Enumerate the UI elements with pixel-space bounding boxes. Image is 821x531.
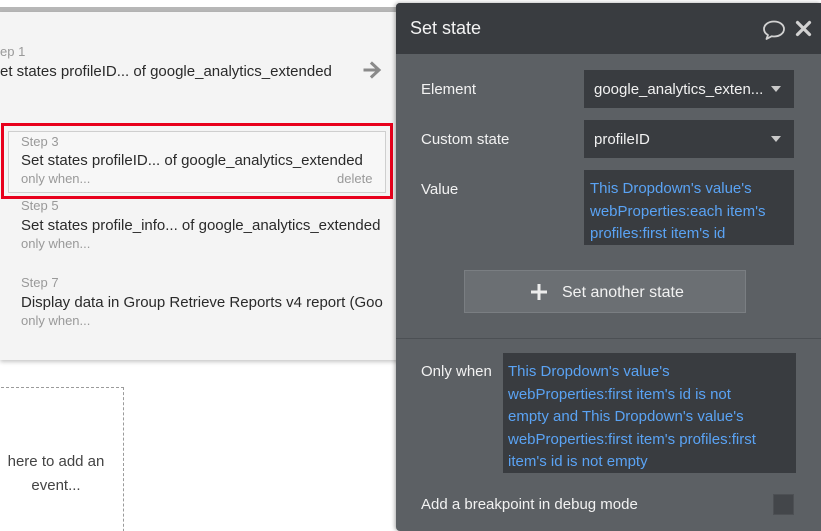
set-another-state-label: Set another state [562, 284, 684, 301]
step-only-when[interactable]: only when... [21, 313, 90, 328]
section-divider [396, 338, 821, 339]
add-event-text: here to add an event... [7, 453, 105, 494]
plus-icon [531, 284, 547, 300]
step-number: Step 3 [21, 134, 59, 149]
breakpoint-checkbox[interactable] [773, 494, 794, 515]
value-expression[interactable]: This Dropdown's value's webProperties:ea… [584, 170, 794, 245]
workflow-step-3[interactable]: Step 3 Set states profileID... of google… [8, 131, 386, 193]
close-icon[interactable] [795, 20, 812, 37]
step-title: Set states profile_info... of google_ana… [21, 217, 381, 234]
step-title: Set states profileID... of google_analyt… [21, 152, 363, 169]
caret-down-icon [771, 86, 781, 92]
step-delete-link[interactable]: delete [337, 171, 372, 186]
caret-down-icon [771, 136, 781, 142]
breakpoint-label: Add a breakpoint in debug mode [421, 496, 638, 513]
editor-title: Set state [410, 18, 482, 38]
element-label: Element [421, 81, 477, 98]
workflow-step-1[interactable]: ep 1 et states profileID... of google_an… [0, 12, 400, 102]
step-title: Display data in Group Retrieve Reports v… [21, 294, 383, 311]
set-state-editor: Set state Element google_analytics_exten… [396, 3, 821, 531]
step-number: Step 7 [21, 275, 59, 290]
arrow-right-icon[interactable] [362, 59, 384, 81]
workflow-step-5[interactable]: Step 5 Set states profile_info... of goo… [0, 192, 400, 262]
comment-icon[interactable] [762, 19, 786, 41]
custom-state-dropdown-value: profileID [594, 131, 650, 148]
workflow-steps-panel: ep 1 et states profileID... of google_an… [0, 12, 400, 360]
step-number: Step 5 [21, 198, 59, 213]
custom-state-dropdown[interactable]: profileID [584, 120, 794, 158]
element-dropdown-value: google_analytics_exten... [594, 81, 764, 98]
set-another-state-button[interactable]: Set another state [464, 270, 746, 313]
step-only-when[interactable]: only when... [21, 171, 90, 186]
step-number: ep 1 [0, 44, 26, 59]
workflow-step-7[interactable]: Step 7 Display data in Group Retrieve Re… [0, 269, 400, 339]
custom-state-label: Custom state [421, 131, 510, 148]
editor-header: Set state [396, 3, 821, 54]
only-when-expression[interactable]: This Dropdown's value's webProperties:fi… [503, 353, 796, 473]
step-only-when[interactable]: only when... [21, 236, 90, 251]
step-title: et states profileID... of google_analyti… [0, 63, 332, 80]
only-when-label: Only when [421, 363, 492, 380]
element-dropdown[interactable]: google_analytics_exten... [584, 70, 794, 108]
value-label: Value [421, 181, 459, 198]
